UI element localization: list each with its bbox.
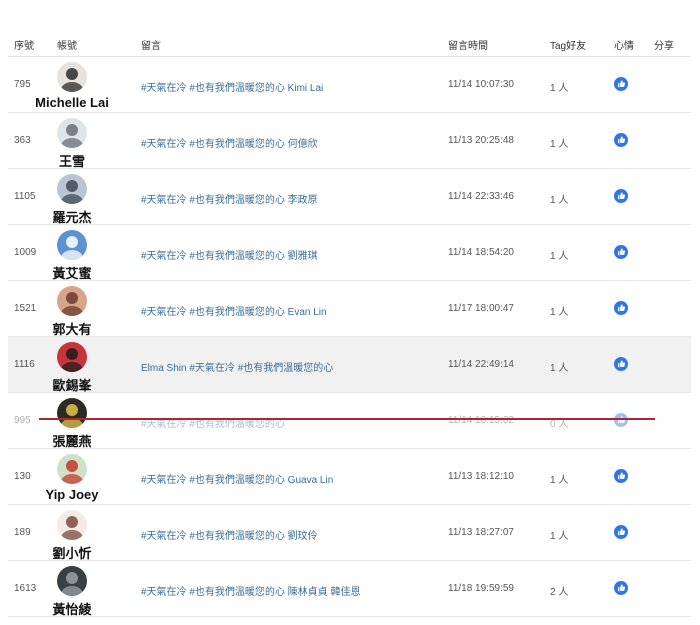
row-index: 995	[14, 415, 31, 426]
table-row: 1521 郭大有 #天氣在冷 #也有我們溫暖您的心 Evan Lin 11/17…	[8, 281, 691, 337]
user-name[interactable]: 歐錫峯	[22, 375, 122, 394]
table-row: 1009 黃艾蜜 #天氣在冷 #也有我們溫暖您的心 劉雅琪 11/14 18:5…	[8, 225, 691, 281]
comment-message[interactable]: #天氣在冷 #也有我們溫暖您的心 劉玟伶	[141, 527, 318, 542]
comment-time: 11/14 22:33:46	[448, 191, 514, 202]
row-index: 795	[14, 79, 31, 90]
user-name[interactable]: 張麗燕	[22, 431, 122, 450]
row-index: 130	[14, 471, 31, 482]
tag-count: 2 人	[550, 587, 569, 598]
row-index: 1116	[14, 359, 35, 370]
user-name[interactable]: 黃艾蜜	[22, 263, 122, 282]
table-header: 序號 帳號 留言 留言時間 Tag好友 心情 分享	[8, 28, 691, 57]
avatar[interactable]	[57, 510, 87, 540]
tag-count: 1 人	[550, 363, 569, 374]
tag-count: 1 人	[550, 531, 569, 542]
comment-message[interactable]: #天氣在冷 #也有我們溫暖您的心 Evan Lin	[141, 303, 327, 318]
comment-message[interactable]: #天氣在冷 #也有我們溫暖您的心 Guava Lin	[141, 471, 333, 486]
table-row: 1613 黃怡綾 #天氣在冷 #也有我們溫暖您的心 陳林貞貞 韓佳恩 11/18…	[8, 561, 691, 617]
header-account: 帳號	[57, 41, 77, 52]
avatar[interactable]	[57, 286, 87, 316]
header-mood: 心情	[614, 41, 634, 52]
thumbs-up-icon[interactable]	[614, 301, 628, 315]
table-row: 995 張麗燕 #天氣在冷 #也有我們溫暖您的心 11/14 18:15:02 …	[8, 393, 691, 449]
tag-count: 1 人	[550, 251, 569, 262]
thumbs-up-icon[interactable]	[614, 525, 628, 539]
comment-time: 11/14 18:15:02	[448, 415, 514, 426]
user-name[interactable]: 王雪	[22, 151, 122, 170]
comments-table: 序號 帳號 留言 留言時間 Tag好友 心情 分享 795 Michelle L…	[8, 28, 691, 617]
comment-time: 11/13 20:25:48	[448, 135, 514, 146]
row-index: 1105	[14, 191, 36, 202]
row-index: 189	[14, 527, 31, 538]
comment-time: 11/18 19:59:59	[448, 583, 514, 594]
thumbs-up-icon[interactable]	[614, 189, 628, 203]
user-name[interactable]: Michelle Lai	[22, 95, 122, 110]
user-name[interactable]: Yip Joey	[22, 487, 122, 502]
avatar[interactable]	[57, 230, 87, 260]
user-name[interactable]: 郭大有	[22, 319, 122, 338]
header-time: 留言時間	[448, 41, 488, 52]
comment-time: 11/14 18:54:20	[448, 247, 514, 258]
comment-time: 11/13 18:12:10	[448, 471, 514, 482]
tag-count: 1 人	[550, 195, 569, 206]
avatar[interactable]	[57, 566, 87, 596]
comment-time: 11/13 18:27:07	[448, 527, 514, 538]
avatar[interactable]	[57, 398, 87, 428]
tag-count: 1 人	[550, 307, 569, 318]
row-index: 1521	[14, 303, 37, 314]
comment-message[interactable]: #天氣在冷 #也有我們溫暖您的心 劉雅琪	[141, 247, 318, 262]
user-name[interactable]: 劉小忻	[22, 543, 122, 562]
comment-message[interactable]: #天氣在冷 #也有我們溫暖您的心 何億欣	[141, 135, 318, 150]
thumbs-up-icon[interactable]	[614, 413, 628, 427]
table-row: 130 Yip Joey #天氣在冷 #也有我們溫暖您的心 Guava Lin …	[8, 449, 691, 505]
comment-time: 11/14 22:49:14	[448, 359, 514, 370]
thumbs-up-icon[interactable]	[614, 581, 628, 595]
header-index: 序號	[14, 41, 34, 52]
thumbs-up-icon[interactable]	[614, 245, 628, 259]
comment-time: 11/17 18:00:47	[448, 303, 514, 314]
comment-message[interactable]: #天氣在冷 #也有我們溫暖您的心 李政原	[141, 191, 318, 206]
table-row: 1116 歐錫峯 Elma Shin #天氣在冷 #也有我們溫暖您的心 11/1…	[8, 337, 691, 393]
row-index: 1613	[14, 583, 37, 594]
table-row: 1105 羅元杰 #天氣在冷 #也有我們溫暖您的心 李政原 11/14 22:3…	[8, 169, 691, 225]
thumbs-up-icon[interactable]	[614, 469, 628, 483]
tag-count: 1 人	[550, 139, 569, 150]
tag-count: 1 人	[550, 475, 569, 486]
thumbs-up-icon[interactable]	[614, 133, 628, 147]
strikethrough-line	[39, 418, 655, 420]
table-row: 189 劉小忻 #天氣在冷 #也有我們溫暖您的心 劉玟伶 11/13 18:27…	[8, 505, 691, 561]
row-index: 363	[14, 135, 31, 146]
comment-message[interactable]: #天氣在冷 #也有我們溫暖您的心 Kimi Lai	[141, 79, 323, 94]
header-tag: Tag好友	[550, 41, 587, 52]
tag-count: 1 人	[550, 83, 569, 94]
comment-message[interactable]: #天氣在冷 #也有我們溫暖您的心 陳林貞貞 韓佳恩	[141, 583, 360, 598]
avatar[interactable]	[57, 118, 87, 148]
user-name[interactable]: 羅元杰	[22, 207, 122, 226]
comment-time: 11/14 10:07:30	[448, 79, 514, 90]
avatar[interactable]	[57, 342, 87, 372]
thumbs-up-icon[interactable]	[614, 357, 628, 371]
table-row: 795 Michelle Lai #天氣在冷 #也有我們溫暖您的心 Kimi L…	[8, 57, 691, 113]
header-share: 分享	[654, 41, 674, 52]
avatar[interactable]	[57, 62, 87, 92]
thumbs-up-icon[interactable]	[614, 77, 628, 91]
user-name[interactable]: 黃怡綾	[22, 599, 122, 618]
table-row: 363 王雪 #天氣在冷 #也有我們溫暖您的心 何億欣 11/13 20:25:…	[8, 113, 691, 169]
row-index: 1009	[14, 247, 37, 258]
avatar[interactable]	[57, 454, 87, 484]
avatar[interactable]	[57, 174, 87, 204]
header-message: 留言	[141, 41, 161, 52]
comment-message[interactable]: Elma Shin #天氣在冷 #也有我們溫暖您的心	[141, 359, 333, 374]
